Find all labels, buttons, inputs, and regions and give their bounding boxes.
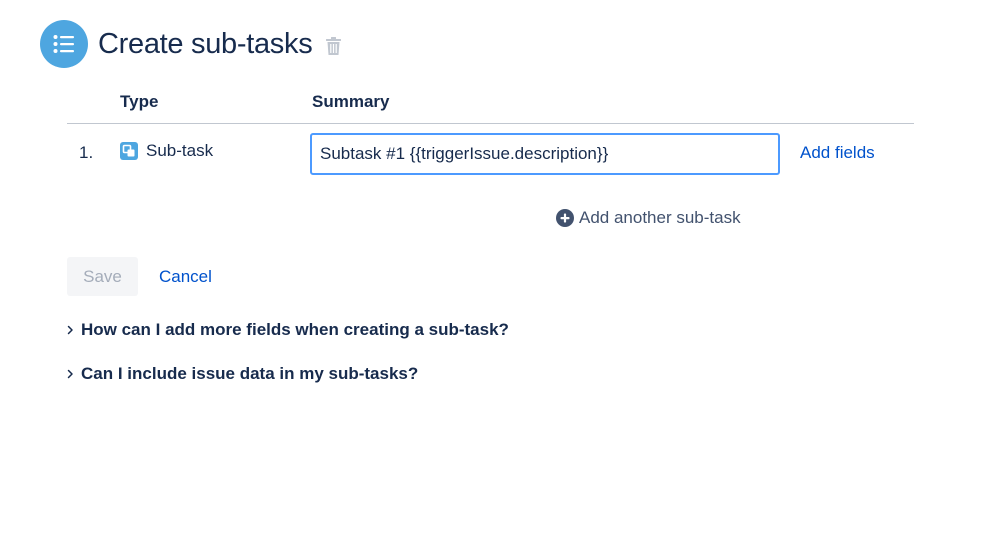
column-header-type: Type (120, 92, 159, 111)
faq-question: How can I add more fields when creating … (81, 320, 509, 339)
faq-question: Can I include issue data in my sub-tasks… (81, 364, 419, 383)
add-another-subtask-button[interactable]: Add another sub-task (556, 208, 741, 228)
faq-item-more-fields[interactable]: How can I add more fields when creating … (67, 320, 509, 340)
summary-input[interactable] (310, 133, 780, 175)
cancel-button[interactable]: Cancel (150, 257, 221, 296)
page-title: Create sub-tasks (98, 27, 313, 60)
add-another-label: Add another sub-task (579, 208, 741, 227)
issue-type-label: Sub-task (146, 141, 214, 160)
issue-type-picker[interactable]: Sub-task (120, 141, 213, 161)
save-button[interactable]: Save (67, 257, 138, 296)
subtask-icon (120, 142, 138, 160)
chevron-right-icon (67, 325, 81, 335)
chevron-right-icon (67, 369, 81, 379)
plus-circle-icon (556, 209, 574, 227)
subtasks-table: Type Summary 1. Sub-task Add fields (67, 86, 914, 184)
column-header-summary: Summary (312, 92, 390, 111)
table-header: Type Summary (67, 86, 914, 124)
trash-icon[interactable] (326, 37, 342, 55)
list-icon (40, 20, 88, 68)
faq-item-issue-data[interactable]: Can I include issue data in my sub-tasks… (67, 364, 418, 384)
header: Create sub-tasks (40, 20, 342, 68)
add-fields-link[interactable]: Add fields (800, 143, 875, 163)
table-row: 1. Sub-task Add fields (67, 124, 914, 184)
row-number: 1. (79, 143, 94, 162)
